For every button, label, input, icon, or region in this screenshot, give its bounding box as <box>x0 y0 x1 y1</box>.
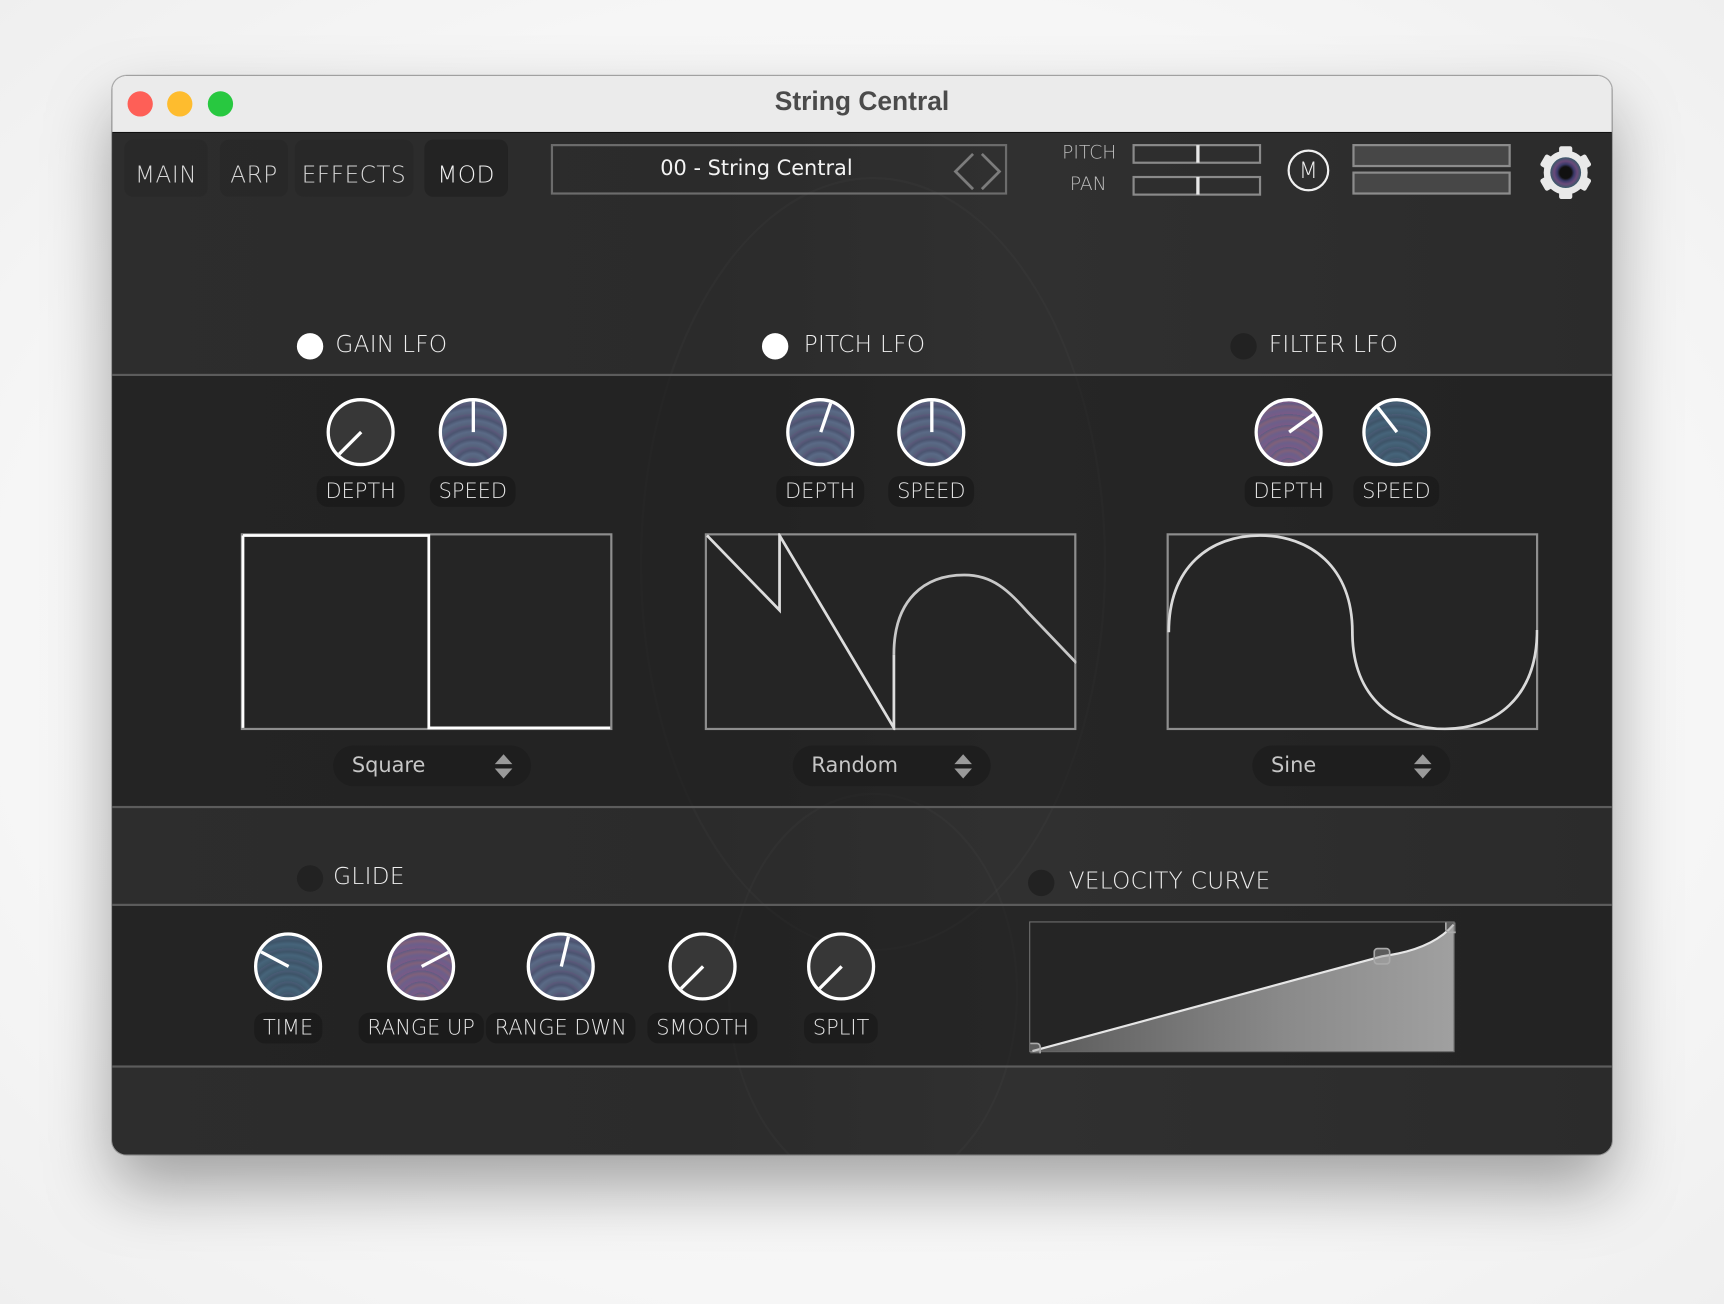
window-title: String Central <box>774 86 950 117</box>
velocity-curve-editor[interactable] <box>1023 916 1463 1060</box>
m-button[interactable]: M <box>1287 149 1330 192</box>
pitch-label: PITCH <box>1062 141 1117 164</box>
random-wave-graphic <box>705 533 1077 731</box>
up-down-arrows-icon <box>494 754 513 779</box>
gain-lfo-waveform-display <box>240 533 613 731</box>
glide-smooth-label: SMOOTH <box>647 1012 758 1044</box>
chevron-right-icon[interactable] <box>977 152 1003 192</box>
velocity-curve-fill <box>1032 924 1454 1052</box>
gain-lfo-depth-knob[interactable] <box>326 398 395 467</box>
knob-indicator <box>559 935 570 967</box>
pitch-lfo-depth-label: DEPTH <box>776 476 865 507</box>
sine-wave-graphic <box>1167 534 1539 731</box>
knob-indicator <box>929 401 933 433</box>
preset-name: 00 - String Central <box>660 156 853 181</box>
pitch-slider-handle[interactable] <box>1196 145 1200 163</box>
velocity-curve-graphic[interactable] <box>1023 916 1463 1060</box>
knob-indicator <box>1287 412 1316 434</box>
knob-indicator <box>420 950 451 968</box>
velocity-curve-title: VELOCITY CURVE <box>1068 867 1271 894</box>
glide-range-up-knob[interactable] <box>387 932 456 1001</box>
plugin-content: MAIN ARP EFFECTS MOD 00 - String Central… <box>112 133 1612 1155</box>
knob-indicator <box>818 401 833 433</box>
pitch-lfo-waveform-value: Random <box>811 753 898 778</box>
plugin-window: String Central MAIN ARP EFFECTS MOD 00 -… <box>112 75 1612 1155</box>
tab-main[interactable]: MAIN <box>124 139 208 197</box>
filter-lfo-speed-label: SPEED <box>1353 476 1440 507</box>
knob-indicator <box>817 965 843 991</box>
filter-lfo-toggle[interactable] <box>1230 333 1257 360</box>
glide-range-dwn-label: RANGE DWN <box>485 1012 636 1044</box>
filter-lfo-depth-knob[interactable] <box>1254 398 1323 467</box>
knob-indicator <box>471 401 475 433</box>
gain-lfo-waveform-select[interactable]: Square <box>333 745 532 787</box>
up-down-arrows-icon <box>954 754 972 779</box>
pitch-lfo-speed-knob[interactable] <box>897 398 966 467</box>
glide-time-label: TIME <box>254 1012 322 1044</box>
chevron-left-icon[interactable] <box>951 152 977 192</box>
pitch-lfo-title: PITCH LFO <box>803 330 926 358</box>
glide-range-dwn-knob[interactable] <box>526 932 595 1001</box>
pan-slider-handle[interactable] <box>1196 177 1200 195</box>
gain-lfo-speed-knob[interactable] <box>438 398 507 467</box>
filter-lfo-waveform-select[interactable]: Sine <box>1252 745 1451 787</box>
knob-indicator <box>259 950 289 968</box>
level-meter-right <box>1352 171 1511 195</box>
lfo-panel-divider <box>112 805 1612 809</box>
velocity-curve-toggle[interactable] <box>1028 869 1055 897</box>
gain-lfo-speed-label: SPEED <box>429 476 516 507</box>
gain-lfo-depth-label: DEPTH <box>316 476 405 507</box>
gain-lfo-toggle[interactable] <box>296 333 324 360</box>
pitch-slider[interactable] <box>1132 144 1262 164</box>
filter-lfo-waveform-value: Sine <box>1271 753 1317 778</box>
filter-lfo-waveform-display <box>1166 533 1539 731</box>
knob-indicator <box>1375 405 1398 434</box>
velocity-curve-point[interactable] <box>1023 1042 1041 1060</box>
glide-split-knob[interactable] <box>807 932 876 1001</box>
square-wave-graphic <box>241 534 611 730</box>
tab-mod[interactable]: MOD <box>424 139 508 197</box>
glide-smooth-knob[interactable] <box>668 932 737 1001</box>
glide-split-label: SPLIT <box>804 1012 879 1044</box>
pitch-lfo-waveform-select[interactable]: Random <box>792 745 991 787</box>
glide-panel-divider <box>112 1065 1612 1068</box>
knob-indicator <box>678 965 704 991</box>
level-meter-left <box>1352 144 1511 168</box>
gear-icon[interactable] <box>1537 144 1594 201</box>
pitch-lfo-waveform-display <box>704 533 1077 731</box>
desktop-background: String Central MAIN ARP EFFECTS MOD 00 -… <box>0 0 1724 1304</box>
glide-toggle[interactable] <box>296 865 324 892</box>
pitch-lfo-depth-knob[interactable] <box>786 398 855 467</box>
velocity-curve-point[interactable] <box>1445 916 1463 934</box>
pan-label: PAN <box>1069 173 1107 196</box>
filter-lfo-depth-label: DEPTH <box>1244 476 1333 507</box>
gain-lfo-title: GAIN LFO <box>335 330 448 358</box>
glide-range-up-label: RANGE UP <box>358 1012 484 1044</box>
up-down-arrows-icon <box>1413 754 1432 779</box>
filter-lfo-speed-knob[interactable] <box>1362 398 1431 467</box>
pan-slider[interactable] <box>1132 175 1262 196</box>
preset-selector[interactable]: 00 - String Central <box>550 144 1008 195</box>
velocity-curve-point[interactable] <box>1373 947 1391 965</box>
title-bar[interactable]: String Central <box>112 75 1612 134</box>
glide-time-knob[interactable] <box>253 932 323 1001</box>
filter-lfo-title: FILTER LFO <box>1268 330 1399 358</box>
pitch-lfo-toggle[interactable] <box>761 333 789 360</box>
glide-title: GLIDE <box>333 863 405 890</box>
knob-indicator <box>336 430 362 456</box>
tab-arp[interactable]: ARP <box>219 139 289 197</box>
tab-effects[interactable]: EFFECTS <box>294 139 414 197</box>
pitch-lfo-speed-label: SPEED <box>888 476 975 507</box>
gain-lfo-waveform-value: Square <box>351 753 426 778</box>
